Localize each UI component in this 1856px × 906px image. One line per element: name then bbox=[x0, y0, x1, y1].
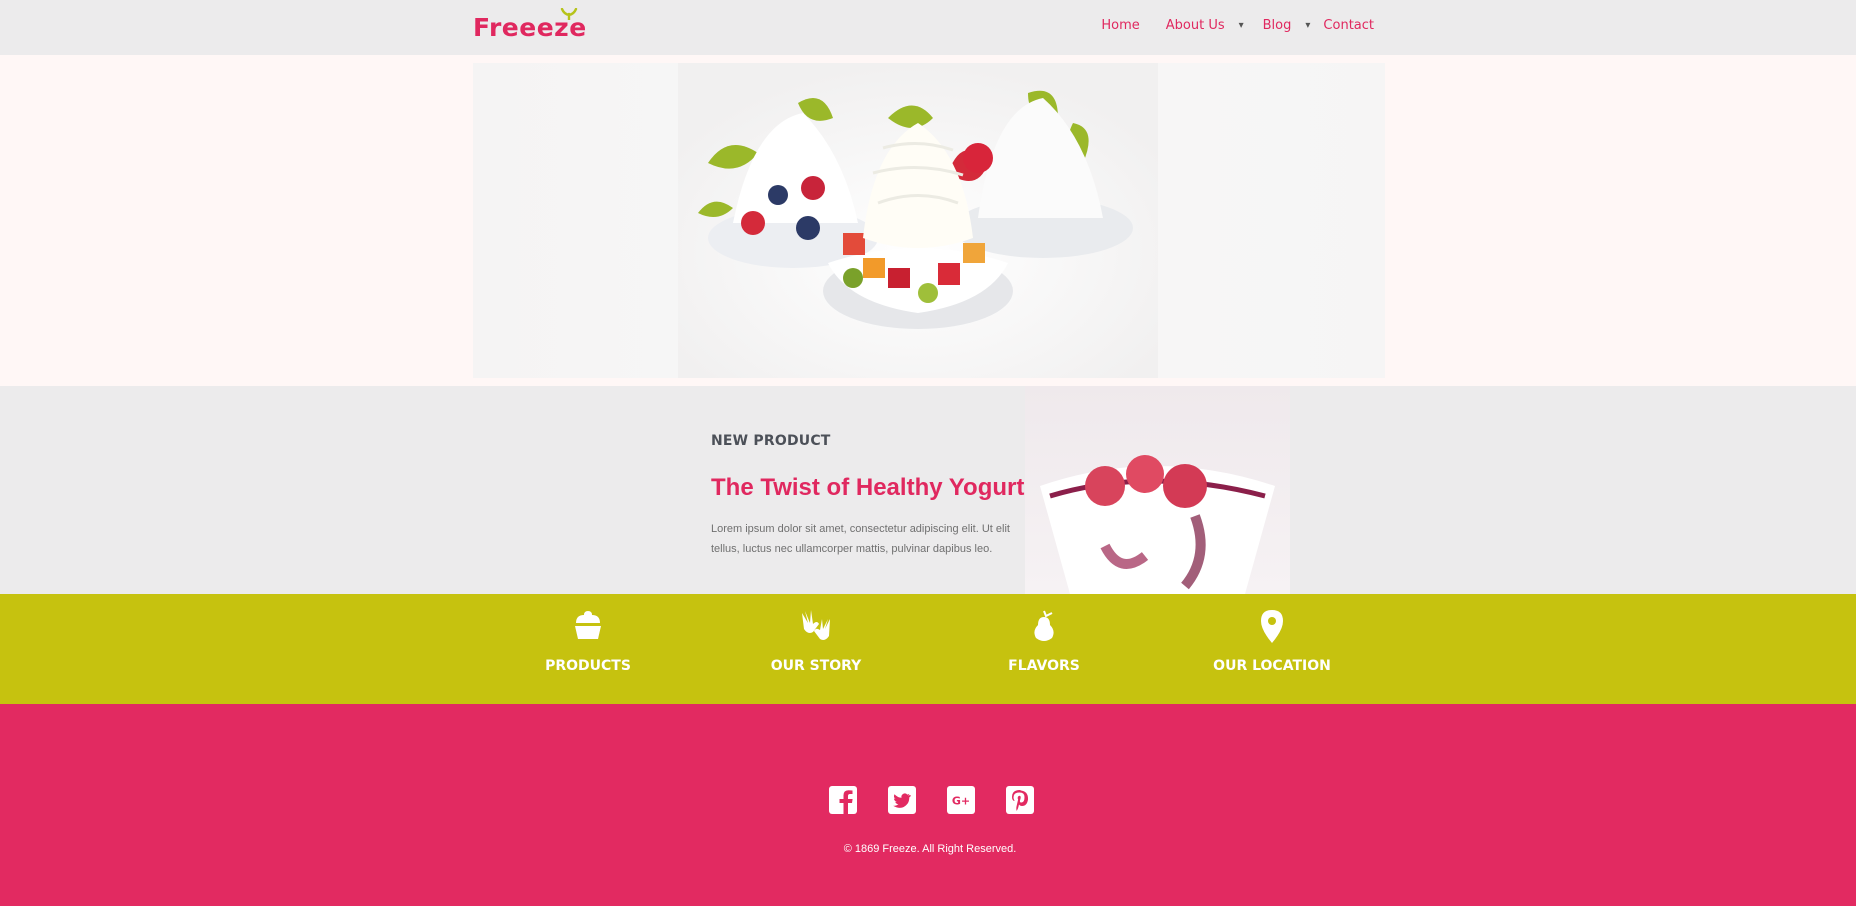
feature-label: OUR STORY bbox=[770, 658, 862, 674]
feature-label: PRODUCTS bbox=[545, 658, 631, 674]
chevron-down-icon[interactable]: ▾ bbox=[1239, 20, 1244, 31]
hero-image-frame bbox=[473, 63, 1385, 378]
logo[interactable]: Freeeze bbox=[473, 8, 587, 40]
nav-blog[interactable]: Blog ▾ bbox=[1263, 18, 1311, 33]
nav-about-us[interactable]: About Us ▾ bbox=[1166, 18, 1244, 33]
nav-home[interactable]: Home bbox=[1101, 18, 1139, 33]
nav-home-label: Home bbox=[1101, 18, 1140, 33]
nav-blog-label: Blog bbox=[1262, 18, 1292, 33]
yogurt-cup-image bbox=[1025, 386, 1290, 594]
google-plus-icon[interactable]: G+ bbox=[946, 785, 976, 815]
new-product-section: NEW PRODUCT The Twist of Healthy Yogurt … bbox=[0, 386, 1856, 594]
hands-icon bbox=[802, 610, 830, 640]
feature-our-story[interactable]: OUR STORY bbox=[716, 594, 916, 704]
facebook-icon[interactable] bbox=[828, 785, 858, 815]
feature-our-location[interactable]: OUR LOCATION bbox=[1172, 594, 1372, 704]
frozen-yogurt-hero-image bbox=[678, 63, 1158, 378]
social-links: G+ bbox=[828, 785, 1064, 815]
nav-about-label: About Us bbox=[1165, 18, 1225, 33]
sprout-icon bbox=[560, 8, 578, 20]
site-header: Freeeze Home About Us ▾ Blog ▾ Contact bbox=[0, 0, 1856, 55]
copyright-text: © 1869 Freeze. All Right Reserved. bbox=[843, 843, 1017, 855]
cupcake-icon bbox=[575, 611, 601, 639]
hero-banner bbox=[0, 55, 1856, 386]
chevron-down-icon[interactable]: ▾ bbox=[1305, 20, 1310, 31]
twitter-icon[interactable] bbox=[887, 785, 917, 815]
site-footer: G+ © 1869 Freeze. All Right Reserved. bbox=[0, 704, 1856, 906]
yogurt-cup-illustration bbox=[1040, 455, 1275, 594]
feature-flavors[interactable]: FLAVORS bbox=[944, 594, 1144, 704]
feature-label: OUR LOCATION bbox=[1213, 658, 1331, 674]
pear-icon bbox=[1034, 610, 1054, 641]
nav-contact-label: Contact bbox=[1323, 18, 1374, 33]
section-kicker: NEW PRODUCT bbox=[711, 433, 831, 449]
feature-products[interactable]: PRODUCTS bbox=[488, 594, 688, 704]
feature-label: FLAVORS bbox=[1008, 658, 1080, 674]
product-description: Lorem ipsum dolor sit amet, consectetur … bbox=[711, 523, 1010, 555]
nav-contact[interactable]: Contact bbox=[1323, 18, 1374, 33]
svg-text:G+: G+ bbox=[952, 795, 970, 808]
product-title: The Twist of Healthy Yogurt bbox=[711, 474, 1025, 501]
map-pin-icon bbox=[1261, 610, 1283, 643]
features-band: PRODUCTS OUR STORY FLAVORS OUR LOCATION bbox=[0, 594, 1856, 704]
main-nav: Home About Us ▾ Blog ▾ Contact bbox=[1082, 18, 1374, 33]
pinterest-icon[interactable] bbox=[1005, 785, 1035, 815]
